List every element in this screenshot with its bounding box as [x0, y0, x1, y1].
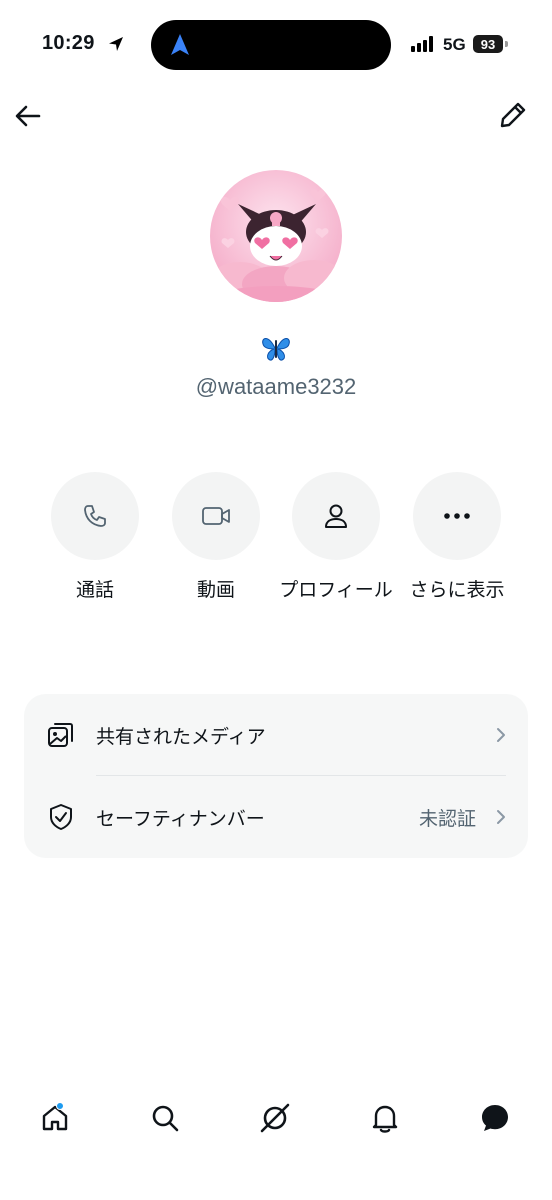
battery-indicator: 93 [473, 35, 503, 53]
verification-status: 未認証 [418, 807, 476, 830]
nav-messages[interactable] [475, 1098, 515, 1138]
user-handle: @wataame3232 [195, 374, 357, 399]
phone-icon [84, 505, 106, 527]
bell-icon [372, 1105, 398, 1133]
conversation-settings-card: 共有されたメディア セーフティナンバー 未認証 [24, 694, 528, 858]
video-icon [202, 507, 230, 525]
safety-number-row[interactable]: セーフティナンバー 未認証 [24, 776, 528, 858]
nav-grok[interactable] [255, 1098, 295, 1138]
signal-icon [411, 36, 433, 52]
notification-dot [56, 1102, 64, 1110]
dynamic-island [151, 20, 391, 70]
status-time: 10:29 [42, 32, 95, 54]
shared-media-row[interactable]: 共有されたメディア [24, 694, 528, 776]
search-icon [152, 1105, 179, 1132]
network-label: 5G [443, 35, 466, 54]
home-icon [42, 1105, 68, 1131]
grok-icon [260, 1103, 290, 1133]
back-arrow-icon [15, 105, 41, 127]
more-action[interactable]: さらに表示 [397, 472, 517, 603]
more-button[interactable] [413, 472, 501, 560]
location-arrow-icon [109, 37, 123, 51]
call-action[interactable]: 通話 [35, 472, 155, 603]
video-action[interactable]: 動画 [156, 472, 276, 603]
profile-label: プロフィール [279, 579, 393, 601]
nav-search[interactable] [145, 1098, 185, 1138]
profile-action[interactable]: プロフィール [276, 472, 396, 603]
navigation-arrow-icon [171, 34, 189, 55]
chevron-right-icon [497, 728, 505, 742]
pencil-icon [500, 102, 526, 128]
call-label: 通話 [75, 579, 114, 601]
person-icon [325, 504, 347, 528]
video-label: 動画 [196, 579, 235, 601]
messages-icon [482, 1105, 508, 1131]
avatar-image [210, 170, 342, 302]
shield-check-icon [44, 800, 78, 834]
butterfly-emoji [262, 338, 290, 361]
more-icon [444, 513, 470, 519]
video-button[interactable] [172, 472, 260, 560]
chevron-right-icon [497, 810, 505, 824]
edit-button[interactable] [496, 98, 530, 132]
shared-media-label: 共有されたメディア [96, 725, 266, 748]
battery-level: 93 [480, 36, 496, 52]
back-button[interactable] [12, 100, 44, 132]
profile-button[interactable] [292, 472, 380, 560]
call-button[interactable] [51, 472, 139, 560]
safety-number-label: セーフティナンバー [96, 807, 265, 830]
nav-notifications[interactable] [365, 1098, 405, 1138]
display-name [0, 332, 552, 372]
battery-tip [505, 41, 508, 47]
more-label: さらに表示 [409, 579, 505, 601]
nav-home[interactable] [35, 1098, 75, 1138]
avatar[interactable] [210, 170, 342, 302]
media-icon [44, 718, 78, 752]
